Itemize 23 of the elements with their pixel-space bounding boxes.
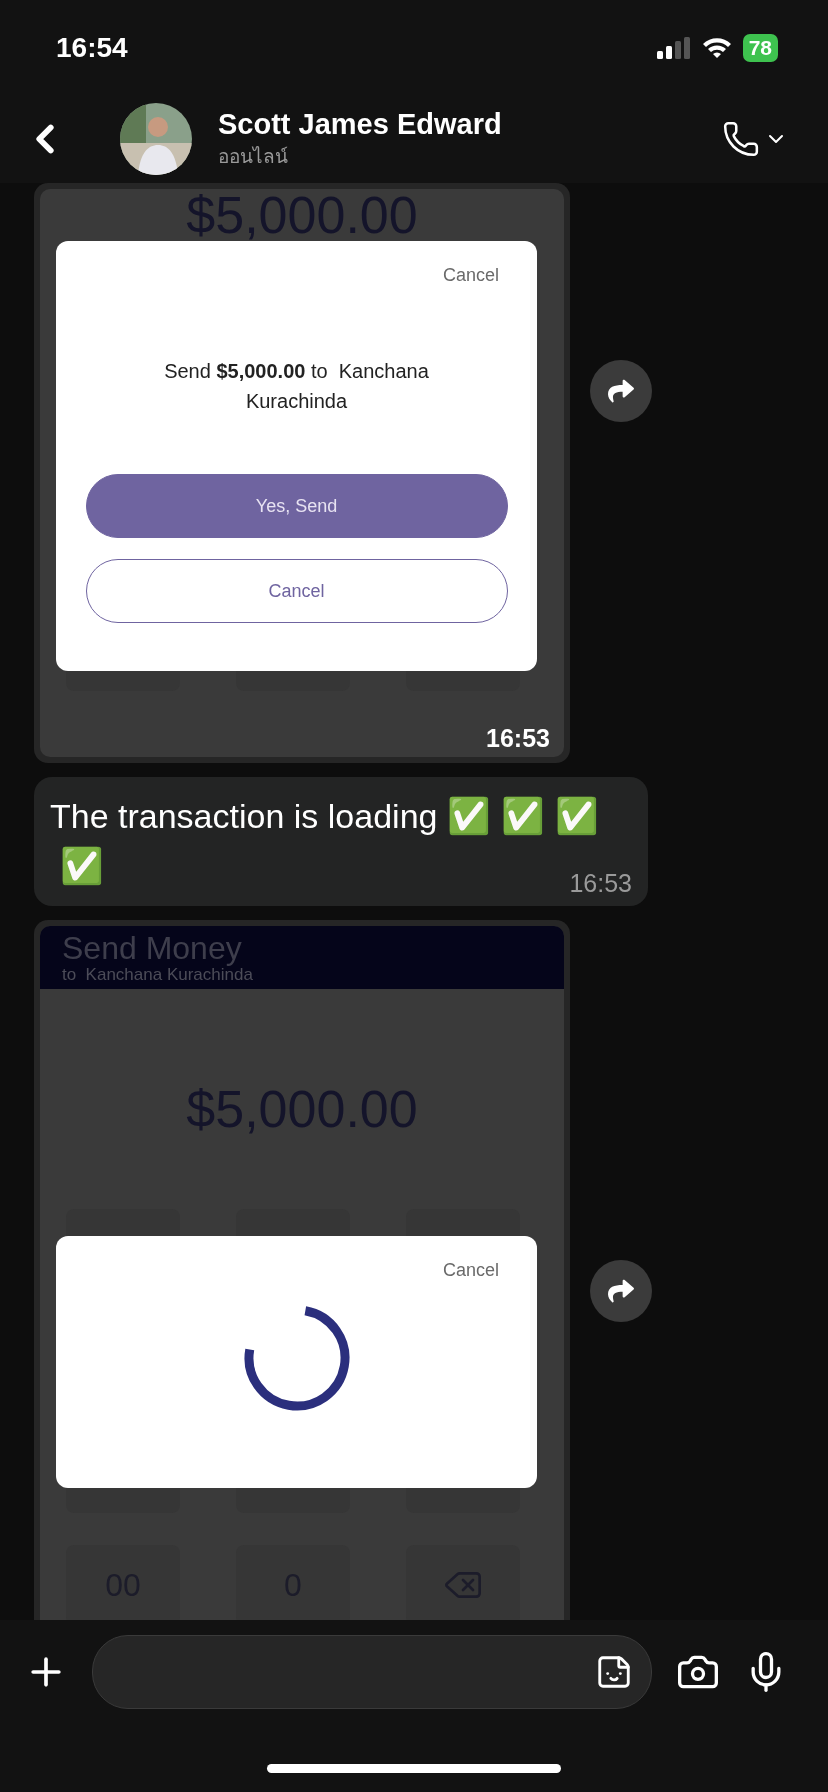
loading-spinner-icon [241,1303,352,1413]
battery-level: 78 [742,33,778,62]
check-emoji: ✅ [501,795,546,838]
sticker-icon[interactable] [595,1653,633,1691]
share-arrow-icon [608,1278,634,1304]
confirmation-message: Send $5,000.00 to Kanchana Kurachinda [163,359,430,414]
app-title: Send Money [62,930,243,965]
cancel-button[interactable]: Cancel [85,559,508,623]
check-emoji: ✅ [555,795,600,838]
share-arrow-icon [608,378,634,404]
check-emoji: ✅ [447,795,492,838]
message-text: The transaction is loading [50,796,438,837]
message-time: 16:53 [486,724,550,753]
confirm-button[interactable]: Yes, Send [85,474,508,538]
contact-name: Scott James Edward [218,107,503,141]
presence-status: ออนไลน์ [218,144,289,169]
signal-icon [656,36,691,59]
check-emoji: ✅ [60,845,104,888]
phone-icon [722,120,760,158]
message-time: 16:53 [569,869,632,898]
cancel-link[interactable]: Cancel [442,1260,499,1281]
status-time: 16:54 [56,31,128,64]
cancel-link[interactable]: Cancel [442,265,499,286]
